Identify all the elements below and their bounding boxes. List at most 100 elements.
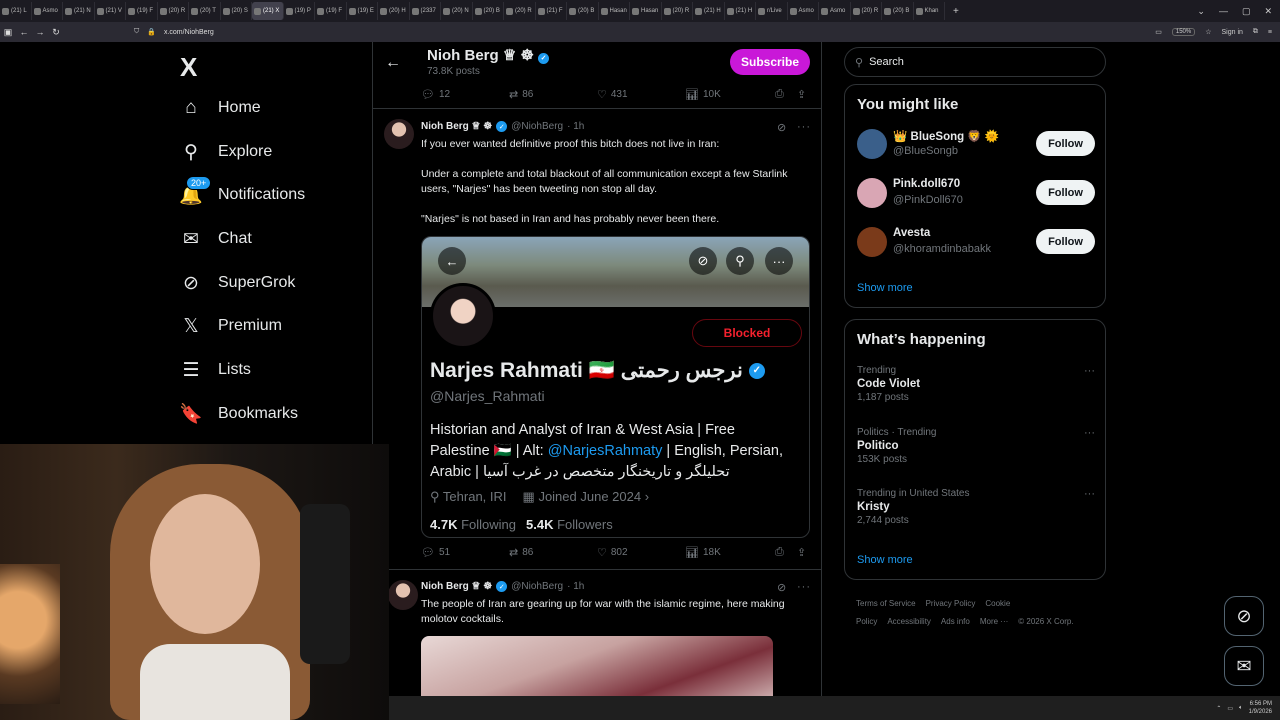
browser-tab[interactable]: (21) X: [252, 2, 284, 20]
browser-tab[interactable]: (20) T: [189, 2, 221, 20]
author-handle[interactable]: @NiohBerg: [511, 121, 563, 132]
grok-icon[interactable]: ⊘: [777, 121, 786, 134]
show-more-link[interactable]: Show more: [857, 554, 913, 566]
suggested-name[interactable]: Avesta: [893, 227, 930, 239]
share-button[interactable]: ⇪: [797, 88, 806, 101]
browser-tab[interactable]: (2337: [410, 2, 441, 20]
avatar[interactable]: [388, 580, 418, 610]
browser-tab[interactable]: (20) S: [221, 2, 252, 20]
browser-tab[interactable]: (20) R: [662, 2, 693, 20]
bookmark-button[interactable]: ⎙: [775, 88, 784, 101]
suggested-account[interactable]: Pink.doll670 @PinkDoll670 Follow: [857, 176, 1095, 212]
browser-tab[interactable]: (19) P: [284, 2, 315, 20]
tab-list-icon[interactable]: ⌄: [1197, 6, 1205, 17]
author-handle[interactable]: @NiohBerg: [511, 581, 563, 592]
browser-tab[interactable]: Khan: [914, 2, 945, 20]
browser-tab[interactable]: (20) B: [567, 2, 599, 20]
sidebar-item-premium[interactable]: 𝕏 Premium: [180, 313, 282, 339]
follow-button[interactable]: Follow: [1036, 229, 1095, 254]
browser-tab[interactable]: (20) B: [473, 2, 504, 20]
zoom-level[interactable]: 150%: [1171, 28, 1196, 36]
footer-link[interactable]: More ···: [980, 617, 1008, 626]
follow-button[interactable]: Follow: [1036, 131, 1095, 156]
messages-fab-icon[interactable]: ✉: [1224, 646, 1264, 686]
sidebar-item-chat[interactable]: ✉ Chat: [180, 226, 252, 252]
suggested-name[interactable]: Pink.doll670: [893, 178, 960, 190]
sidebar-item-explore[interactable]: ⚲ Explore: [180, 139, 272, 165]
browser-tab[interactable]: Asmo: [788, 2, 819, 20]
browser-tab[interactable]: (21) F: [536, 2, 567, 20]
show-more-link[interactable]: Show more: [857, 282, 913, 294]
footer-link[interactable]: Terms of Service: [856, 599, 916, 608]
author-name[interactable]: Nioh Berg ♕ ☸: [421, 121, 492, 132]
more-icon[interactable]: ···: [797, 581, 811, 593]
browser-tab[interactable]: (20) H: [378, 2, 410, 20]
grok-icon[interactable]: ⊘: [777, 581, 786, 594]
sidebar-item-supergrok[interactable]: ⊘ SuperGrok: [180, 270, 295, 296]
tweet-time[interactable]: · 1h: [567, 121, 584, 132]
follow-button[interactable]: Follow: [1036, 180, 1095, 205]
menu-icon[interactable]: ≡: [1268, 29, 1272, 36]
url-bar[interactable]: ⛉ 🔒 x.com/NiohBerg: [124, 24, 1124, 40]
extensions-icon[interactable]: ⧉: [1253, 28, 1258, 36]
browser-tab[interactable]: Hasan: [630, 2, 662, 20]
share-button[interactable]: ⇪: [797, 546, 806, 559]
system-clock[interactable]: 6:56 PM 1/9/2026: [1249, 700, 1272, 716]
more-icon[interactable]: ···: [1084, 488, 1095, 500]
network-icon[interactable]: ▭: [1227, 705, 1233, 712]
reader-icon[interactable]: ▭: [1155, 28, 1162, 36]
browser-tab[interactable]: (21) N: [63, 2, 95, 20]
tweet-card[interactable]: Nioh Berg ♕ ☸ ✓ @NiohBerg · 1h ⊘ ··· If …: [373, 109, 821, 569]
browser-tab[interactable]: (19) F: [126, 2, 158, 20]
browser-tab[interactable]: (21) H: [693, 2, 725, 20]
suggested-handle[interactable]: @PinkDoll670: [893, 194, 963, 206]
suggested-account[interactable]: 👑 BlueSong 🦁 🌞 @BlueSongb Follow: [857, 127, 1095, 163]
sidebar-item-bookmarks[interactable]: 🔖 Bookmarks: [179, 401, 298, 427]
repost-button[interactable]: ⇄ 86: [509, 546, 533, 559]
browser-tab[interactable]: (20) N: [441, 2, 473, 20]
browser-tab[interactable]: Asmo: [819, 2, 851, 20]
author-name[interactable]: Nioh Berg ♕ ☸: [421, 581, 492, 592]
sign-in-button[interactable]: Sign in: [1222, 29, 1243, 36]
browser-tab[interactable]: (21) H: [725, 2, 756, 20]
new-tab-button[interactable]: +: [945, 6, 967, 17]
more-icon[interactable]: ···: [797, 121, 811, 133]
footer-link[interactable]: Ads info: [941, 617, 970, 626]
subscribe-button[interactable]: Subscribe: [730, 49, 810, 75]
browser-tab[interactable]: (19) E: [347, 2, 378, 20]
suggested-name[interactable]: 👑 BlueSong 🦁 🌞: [893, 129, 999, 143]
grok-fab-icon[interactable]: ⊘: [1224, 596, 1264, 636]
volume-icon[interactable]: 🔈︎: [1239, 705, 1243, 712]
sidebar-item-notifications[interactable]: 🔔 Notifications 20+: [179, 176, 305, 208]
forward-icon[interactable]: →: [32, 27, 48, 37]
suggested-handle[interactable]: @BlueSongb: [893, 145, 958, 157]
reply-button[interactable]: 💬︎ 51: [421, 546, 450, 559]
star-icon[interactable]: ☆: [1205, 28, 1211, 36]
search-input[interactable]: ⚲ Search: [844, 47, 1106, 77]
browser-tab[interactable]: Hasan: [599, 2, 630, 20]
browser-tab[interactable]: r/Live: [756, 2, 788, 20]
avatar[interactable]: [857, 129, 887, 159]
trend-item[interactable]: Trending Code Violet 1,187 posts ···: [857, 365, 1095, 403]
sidebar-item-home[interactable]: ⌂ Home: [180, 95, 260, 121]
footer-link[interactable]: Accessibility: [887, 617, 931, 626]
browser-tab[interactable]: Asmo: [32, 2, 63, 20]
avatar[interactable]: [857, 227, 887, 257]
avatar[interactable]: [857, 178, 887, 208]
browser-tab[interactable]: (20) R: [158, 2, 189, 20]
sidebar-toggle-icon[interactable]: ▣: [0, 27, 16, 38]
footer-link[interactable]: © 2026 X Corp.: [1018, 617, 1073, 626]
bookmark-button[interactable]: ⎙: [775, 546, 784, 559]
avatar[interactable]: [384, 119, 414, 149]
more-icon[interactable]: ···: [1084, 365, 1095, 377]
browser-tab[interactable]: (20) R: [851, 2, 882, 20]
more-icon[interactable]: ···: [1084, 427, 1095, 439]
browser-tab[interactable]: (21) L: [0, 2, 32, 20]
footer-link[interactable]: Privacy Policy: [926, 599, 976, 608]
trend-item[interactable]: Trending in United States Kristy 2,744 pos…: [857, 488, 1095, 526]
browser-tab[interactable]: (20) R: [504, 2, 536, 20]
browser-tab[interactable]: (19) F: [315, 2, 347, 20]
attached-screenshot[interactable]: ← ⊘ ⚲ ··· Blocked Narjes Rahmati 🇮🇷 نرجس…: [421, 236, 810, 538]
browser-tab[interactable]: (20) B: [882, 2, 914, 20]
views-button[interactable]: 📊︎ 18K: [685, 546, 721, 559]
